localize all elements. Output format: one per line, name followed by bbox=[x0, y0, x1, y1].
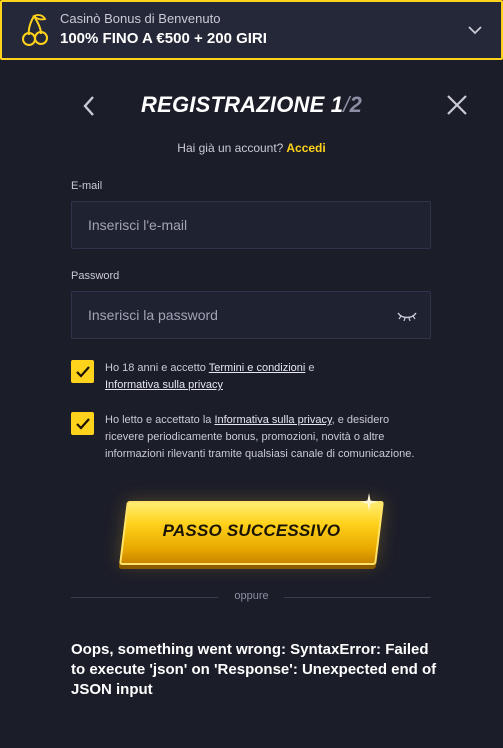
eye-closed-icon[interactable] bbox=[397, 311, 417, 321]
terms-link[interactable]: Termini e condizioni bbox=[209, 362, 306, 374]
checkmark-icon bbox=[75, 417, 90, 430]
page-title-text: REGISTRAZIONE 1 bbox=[141, 92, 344, 117]
step-total: 2 bbox=[349, 92, 362, 117]
or-separator: oppure bbox=[234, 590, 269, 602]
age-terms-consent: Ho 18 anni e accetto Termini e condizion… bbox=[71, 360, 431, 394]
chevron-down-icon[interactable] bbox=[467, 22, 483, 38]
marketing-text: Ho letto e accettato la Informativa sull… bbox=[105, 412, 431, 463]
age-terms-text-start: Ho 18 anni e accetto bbox=[105, 362, 209, 374]
age-terms-text: Ho 18 anni e accetto Termini e condizion… bbox=[105, 360, 315, 394]
password-label: Password bbox=[71, 270, 120, 282]
privacy-link[interactable]: Informativa sulla privacy bbox=[105, 379, 223, 391]
email-label: E-mail bbox=[71, 180, 103, 192]
modal-header: REGISTRAZIONE 1/2 bbox=[0, 88, 503, 124]
email-field[interactable] bbox=[71, 201, 431, 249]
divider-right bbox=[284, 597, 431, 598]
login-prompt-text: Hai già un account? bbox=[177, 141, 284, 155]
age-terms-text-mid: e bbox=[305, 362, 315, 374]
age-terms-checkbox[interactable] bbox=[71, 360, 94, 383]
cherry-icon bbox=[22, 14, 48, 46]
checkmark-icon bbox=[75, 365, 90, 378]
next-step-button-bg[interactable] bbox=[119, 501, 384, 565]
marketing-text-start: Ho letto e accettato la bbox=[105, 414, 215, 426]
welcome-bonus-banner[interactable]: Casinò Bonus di Benvenuto 100% FINO A €5… bbox=[0, 0, 503, 60]
marketing-privacy-link[interactable]: Informativa sulla privacy bbox=[214, 414, 331, 426]
error-message: Oops, something went wrong: SyntaxError:… bbox=[71, 641, 437, 698]
password-field[interactable] bbox=[71, 291, 431, 339]
marketing-checkbox[interactable] bbox=[71, 412, 94, 435]
banner-title: 100% FINO A €500 + 200 GIRI bbox=[60, 30, 267, 47]
login-link[interactable]: Accedi bbox=[286, 141, 325, 155]
banner-subtitle: Casinò Bonus di Benvenuto bbox=[60, 11, 221, 26]
marketing-consent: Ho letto e accettato la Informativa sull… bbox=[71, 412, 431, 463]
next-step-button[interactable]: PASSO SUCCESSIVO bbox=[119, 501, 384, 565]
login-prompt: Hai già un account? Accedi bbox=[0, 141, 503, 155]
sparkle-icon bbox=[360, 493, 378, 511]
page-title: REGISTRAZIONE 1/2 bbox=[0, 92, 503, 118]
close-icon[interactable] bbox=[444, 92, 470, 118]
